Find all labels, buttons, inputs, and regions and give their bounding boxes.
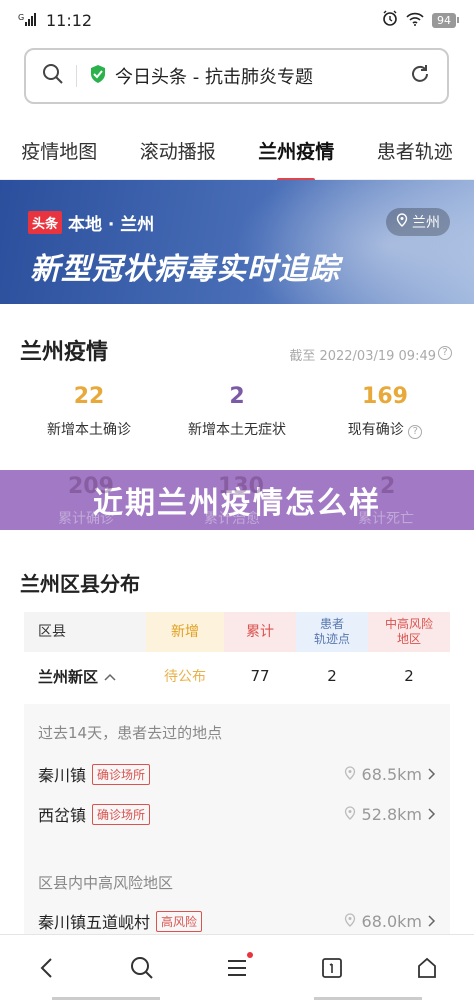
location-label: 兰州 — [412, 215, 440, 231]
ghost-label: 累计死亡 — [358, 511, 414, 527]
place-name: 秦川镇五道岘村 — [38, 913, 151, 932]
ghost-value: 2 — [380, 474, 396, 499]
banner: 头条 本地 · 兰州 新型冠状病毒实时追踪 兰州 — [0, 180, 474, 304]
ghost-label: 累计治愈 — [204, 511, 260, 527]
place-name: 秦川镇 — [38, 766, 87, 785]
help-icon[interactable]: ? — [408, 425, 423, 439]
search-area: 今日头条 - 抗击肺炎专题 — [0, 40, 474, 122]
stat-label: 现有确诊 — [347, 422, 404, 438]
search-bar[interactable]: 今日头条 - 抗击肺炎专题 — [24, 48, 449, 104]
cell-new: 待公布 — [164, 669, 206, 685]
cell-total: 77 — [250, 667, 270, 685]
tab-bar: 疫情地图 滚动播报 兰州疫情 患者轨迹 — [0, 122, 474, 180]
banner-title: 新型冠状病毒实时追踪 — [30, 252, 340, 287]
ghost-value: 209 — [68, 474, 114, 499]
summary-title: 兰州疫情 — [20, 340, 109, 365]
stat-label-row: 现有确诊 ? — [306, 419, 464, 439]
location-pin-icon — [344, 912, 356, 931]
battery-icon: 94 — [432, 12, 459, 28]
bottom-nav — [0, 934, 474, 1000]
stat-current-confirmed: 169 现有确诊 ? — [306, 384, 464, 439]
stat-label: 新增本土无症状 — [188, 422, 286, 438]
notification-dot — [246, 951, 253, 958]
signal-icon: G — [18, 11, 40, 30]
tab-live-broadcast[interactable]: 滚动播报 — [136, 127, 220, 174]
search-icon[interactable] — [42, 63, 64, 89]
help-icon[interactable]: ? — [438, 346, 452, 360]
distance-value: 68.5km — [361, 764, 422, 784]
district-name-cell[interactable]: 兰州新区 — [24, 666, 146, 687]
header-total: 累计 — [224, 612, 296, 652]
chevron-right-icon[interactable] — [428, 912, 436, 931]
stat-new-local-confirmed: 22 新增本土确诊 — [10, 384, 168, 439]
status-right: 94 — [382, 10, 459, 30]
district-name: 兰州新区 — [38, 667, 99, 686]
list-item[interactable]: 秦川镇 确诊场所 68.5km — [38, 762, 436, 786]
search-button[interactable] — [122, 948, 162, 988]
shield-check-icon — [89, 64, 107, 88]
stat-new-asymptomatic: 2 新增本土无症状 — [158, 384, 316, 439]
status-bar: G 11:12 94 — [0, 0, 474, 40]
place-tag: 确诊场所 — [92, 763, 151, 785]
table-row[interactable]: 兰州新区 待公布 77 2 2 — [24, 652, 450, 700]
header-track: 患者 轨迹点 — [296, 612, 368, 652]
place-tag: 确诊场所 — [92, 803, 151, 825]
place-name: 西岔镇 — [38, 806, 87, 825]
cell-track: 2 — [327, 667, 337, 685]
table-header: 区县 新增 累计 患者 轨迹点 中高风险 地区 — [24, 612, 450, 652]
chevron-right-icon[interactable] — [428, 765, 436, 784]
search-title[interactable]: 今日头条 - 抗击肺炎专题 — [115, 63, 409, 89]
place-distance: 68.5km — [344, 765, 436, 784]
search-divider — [76, 65, 77, 87]
update-time: 截至 2022/03/19 09:49 — [289, 349, 436, 364]
location-pin-icon — [344, 805, 356, 824]
cell-risk: 2 — [404, 667, 414, 685]
distance-value: 68.0km — [361, 911, 422, 931]
district-details: 过去14天，患者去过的地点 秦川镇 确诊场所 68.5km 西岔镇 确诊场所 5… — [24, 704, 450, 934]
back-button[interactable] — [27, 948, 67, 988]
section-visited-places: 过去14天，患者去过的地点 — [38, 724, 223, 742]
section-risk-areas: 区县内中高风险地区 — [38, 874, 174, 892]
tab-epidemic-map[interactable]: 疫情地图 — [17, 127, 101, 174]
wifi-icon — [406, 11, 424, 30]
banner-subtitle-row: 头条 本地 · 兰州 — [28, 210, 154, 235]
chevron-right-icon[interactable] — [428, 805, 436, 824]
place-distance: 68.0km — [344, 912, 436, 931]
stat-value: 2 — [229, 384, 245, 409]
ghost-label: 累计确诊 — [58, 511, 114, 527]
place-tag: 高风险 — [156, 910, 203, 932]
location-pin-icon — [396, 213, 408, 231]
refresh-icon[interactable] — [409, 63, 431, 89]
ghost-value: 130 — [218, 474, 264, 499]
home-button[interactable] — [407, 948, 447, 988]
location-pill[interactable]: 兰州 — [386, 208, 450, 236]
svg-text:G: G — [18, 13, 24, 22]
tabs-button[interactable] — [312, 948, 352, 988]
list-item[interactable]: 秦川镇五道岘村 高风险 68.0km — [38, 909, 436, 933]
toutiao-logo: 头条 — [28, 211, 63, 234]
district-title: 兰州区县分布 — [20, 572, 140, 596]
menu-button[interactable] — [217, 948, 257, 988]
summary-card: 兰州疫情 截至 2022/03/19 09:49 ? 22 新增本土确诊 2 新… — [0, 304, 474, 470]
header-new: 新增 — [146, 612, 224, 652]
ghost-stats: 209 累计确诊 130 累计治愈 2 累计死亡 — [0, 470, 474, 530]
header-risk: 中高风险 地区 — [368, 612, 450, 652]
tab-lanzhou-epidemic[interactable]: 兰州疫情 — [254, 127, 338, 174]
place-distance: 52.8km — [344, 805, 436, 824]
chevron-up-icon[interactable] — [104, 667, 116, 685]
tab-patient-trajectory[interactable]: 患者轨迹 — [373, 127, 457, 174]
status-time: 11:12 — [46, 10, 93, 30]
distance-value: 52.8km — [361, 804, 422, 824]
list-item[interactable]: 西岔镇 确诊场所 52.8km — [38, 802, 436, 826]
header-district: 区县 — [24, 612, 146, 652]
district-card: 兰州区县分布 区县 新增 累计 患者 轨迹点 中高风险 地区 兰州新区 待公布 … — [0, 530, 474, 934]
stat-value: 169 — [362, 384, 408, 409]
banner-subtitle: 本地 · 兰州 — [68, 215, 155, 235]
location-pin-icon — [344, 765, 356, 784]
alarm-icon — [382, 10, 398, 30]
district-table: 区县 新增 累计 患者 轨迹点 中高风险 地区 兰州新区 待公布 77 2 2 — [24, 612, 450, 700]
stat-value: 22 — [73, 384, 105, 409]
status-left: G 11:12 — [18, 11, 92, 30]
stat-label: 新增本土确诊 — [47, 422, 131, 438]
